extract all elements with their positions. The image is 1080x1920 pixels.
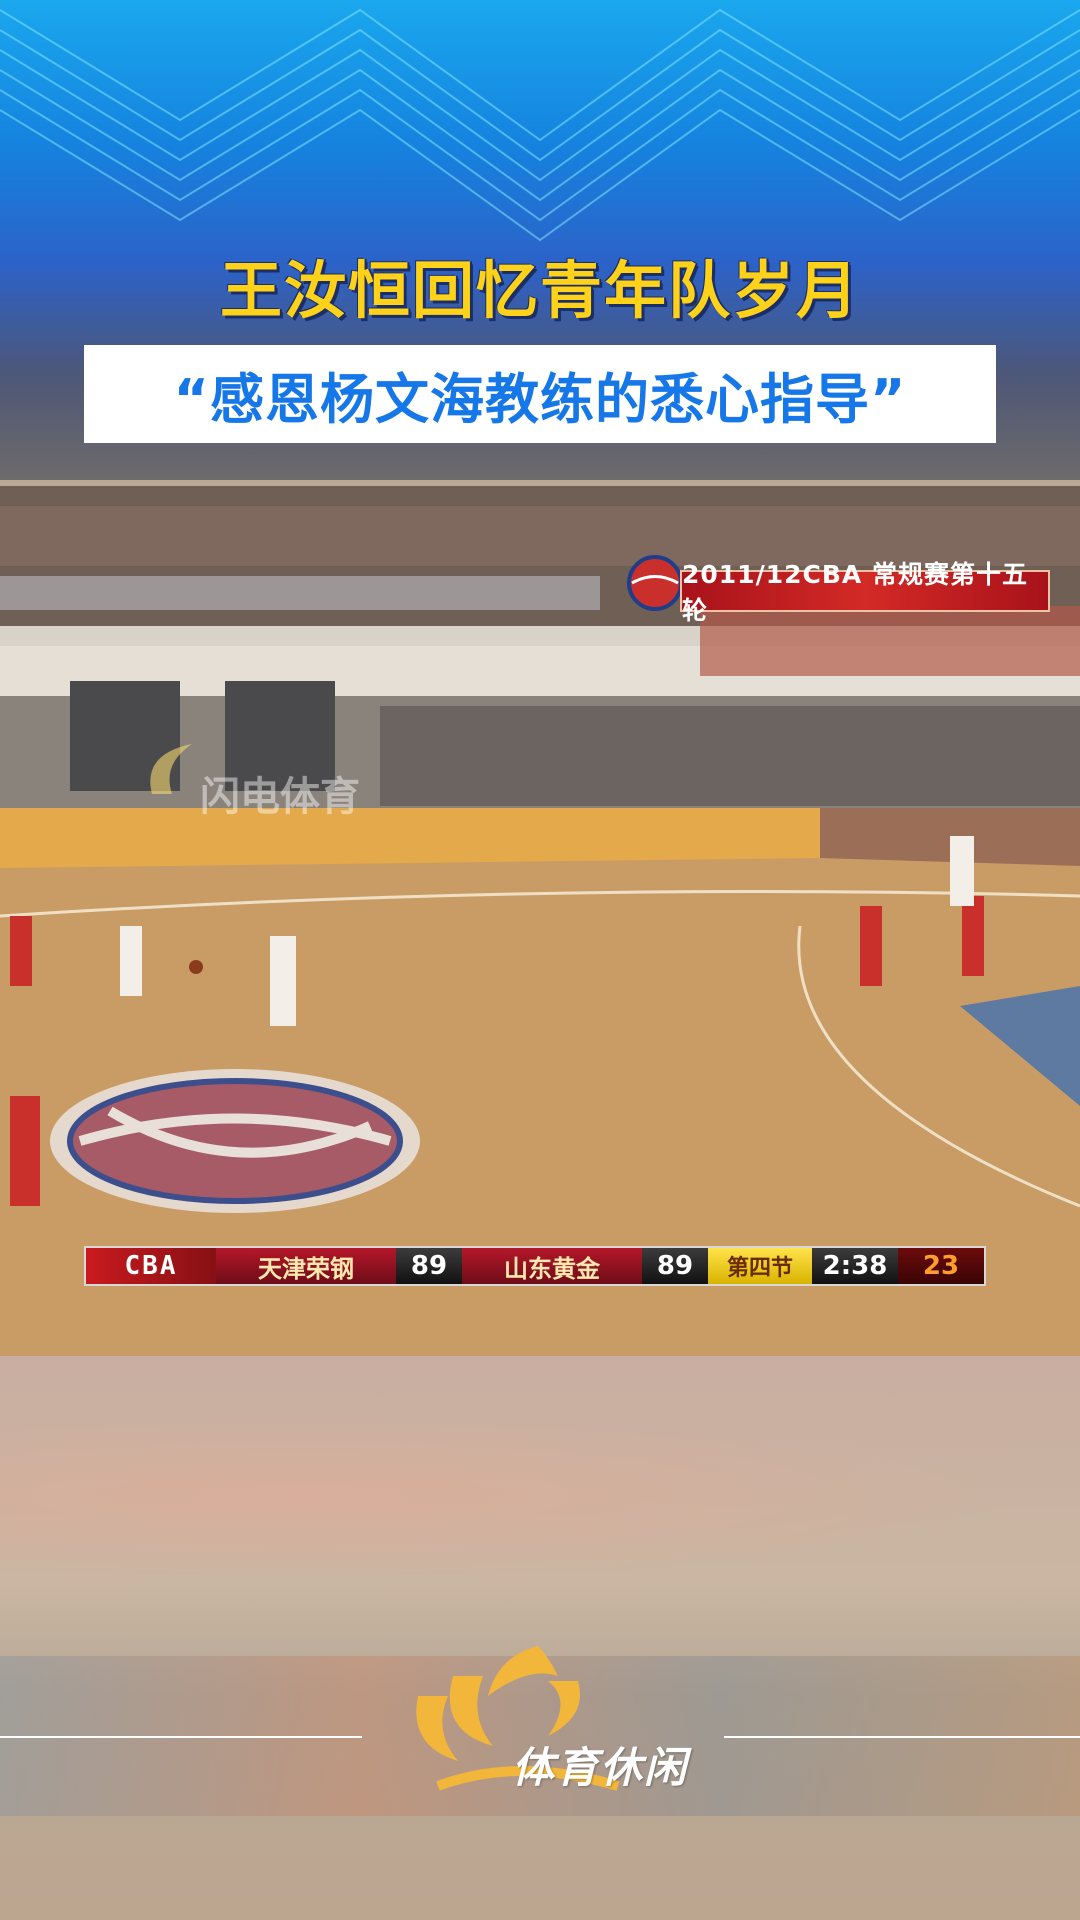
away-team: 山东黄金 xyxy=(462,1248,642,1284)
divider-left xyxy=(0,1736,362,1738)
watermark-text: 闪电体育 xyxy=(200,774,360,820)
quote-box: “感恩杨文海教练的悉心指导” xyxy=(84,345,996,443)
shot-clock: 23 xyxy=(898,1248,984,1284)
divider-right xyxy=(724,1736,1080,1738)
brand-name: 体育休闲 xyxy=(512,1743,689,1792)
period: 第四节 xyxy=(708,1248,812,1284)
home-team: 天津荣钢 xyxy=(216,1248,396,1284)
cba-round-logo-icon xyxy=(627,555,683,611)
home-score: 89 xyxy=(396,1248,462,1284)
headline: 王汝恒回忆青年队岁月 xyxy=(219,254,860,327)
scoreboard: CBA 天津荣钢 89 山东黄金 89 第四节 2:38 23 xyxy=(84,1246,986,1286)
quote-text: “感恩杨文海教练的悉心指导” xyxy=(173,367,907,431)
top-banner: 王汝恒回忆青年队岁月 “感恩杨文海教练的悉心指导” xyxy=(0,0,1080,480)
watermark: 闪电体育 xyxy=(130,744,360,822)
video-player[interactable]: 2011/12CBA 常规赛第十五轮 闪电体育 CBA 天津荣钢 89 山东黄金… xyxy=(0,486,1080,1356)
sports-leisure-logo-icon xyxy=(416,1646,620,1791)
chevron-pattern xyxy=(0,8,1080,242)
away-score: 89 xyxy=(642,1248,708,1284)
blur-layer xyxy=(0,1396,1080,1596)
round-tag: 2011/12CBA 常规赛第十五轮 xyxy=(680,560,1050,625)
game-clock: 2:38 xyxy=(812,1248,898,1284)
scoreboard-league: CBA xyxy=(86,1248,216,1284)
